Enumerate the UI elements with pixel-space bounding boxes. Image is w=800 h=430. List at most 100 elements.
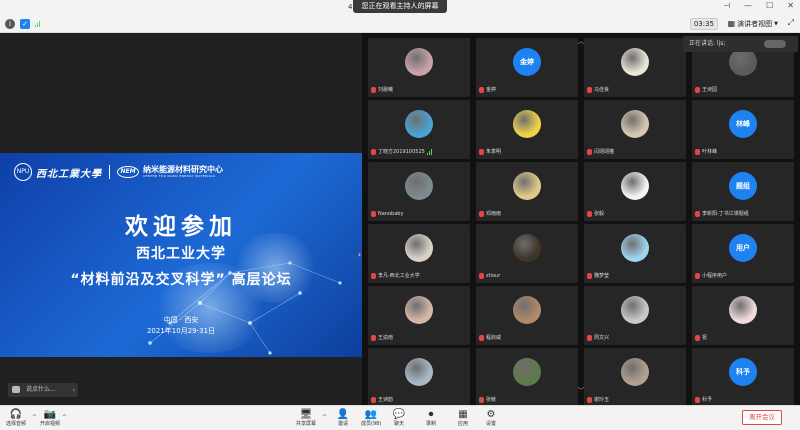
camera-off-icon: 📷 [43,408,57,420]
audio-options-caret[interactable]: ^ [32,414,37,421]
participant-name-bar: 邓雨雨 [479,209,501,218]
chat-button[interactable]: 💬 聊天 [393,408,405,428]
participant-name: 小程序用户 [702,273,728,279]
participant-tile[interactable]: Nanobaby [368,162,470,221]
mic-muted-icon [587,210,592,217]
invite-label: 邀请 [337,421,348,427]
chat-label: 聊天 [393,421,404,427]
participant-tile[interactable]: 马佳良 [584,38,686,97]
presentation-slide: NPU 西北工業大學 NEM 纳米能源材料研究中心 CENTER FOR NAN… [0,153,362,357]
mic-muted-icon [695,272,700,279]
participant-tile[interactable]: 李凡-西北工业大学 [368,224,470,283]
participant-name-bar: 叶林峰 [695,147,717,156]
participant-tile[interactable]: 谢玲玉 [584,348,686,405]
slide-university: 西北工业大学 [136,246,226,262]
view-mode-label: 演讲者视图 [737,20,773,28]
share-options-caret[interactable]: ^ [322,414,327,421]
participant-tile[interactable]: 金婷 金婷 [476,38,578,97]
participant-name: 马佳良 [594,87,610,93]
participant-name: 朱季明 [486,149,502,155]
share-screen-icon: 🖥 [299,408,313,420]
participant-name: 王诗园 [702,87,718,93]
participant-tile[interactable]: 魏梦莹 [584,224,686,283]
fullscreen-icon[interactable]: ⤢ [788,18,794,28]
close-icon[interactable]: ✕ [787,1,794,10]
participant-tile[interactable]: 邓雨雨 [476,162,578,221]
participant-tile[interactable]: 闫翊翊猫 [584,100,686,159]
share-screen-button[interactable]: 🖥 共享屏幕 [296,408,316,428]
maximize-icon[interactable]: ☐ [766,1,773,10]
participant-tile[interactable]: 周文兴 [584,286,686,345]
nem-subtitle: CENTER FOR NANO ENERGY MATERIALS [143,174,216,178]
nem-title: 纳米能源材料研究中心 [143,165,223,174]
mic-muted-icon [371,272,376,279]
participant-name-bar: 李凡-西北工业大学 [371,271,420,280]
participant-avatar: 金婷 [513,48,541,76]
video-button[interactable]: 📷 开启视频 [40,408,60,428]
participant-tile[interactable]: 王诗韵 [368,348,470,405]
mic-muted-icon [695,210,700,217]
meeting-window: 4 您正在观看主持人的屏幕 ⊣ — ☐ ✕ i ✓ 03:35 ▦ 演讲者视图 … [0,0,800,430]
record-button[interactable]: ⏺ 录制 [425,408,437,428]
participant-name: 邓雨雨 [486,211,502,217]
chevron-down-icon: ▼ [774,21,778,27]
participant-name: 李新阳-丁书江课题组 [702,211,749,217]
apps-label: 应用 [457,421,468,427]
mic-muted-icon [587,148,592,155]
apps-button[interactable]: ▦ 应用 [457,408,469,428]
leave-meeting-button[interactable]: 离开会议 [742,410,782,425]
mic-muted-icon [479,334,484,341]
members-button[interactable]: 👥 成员(98) [361,408,381,428]
participant-gallery: ︿ ﹀ 刘晨曦 金婷 金婷 马佳良 王诗园 丁晓方2019100525 朱季明 闫翊翊猫 林峰叶… [362,33,800,405]
minimize-icon[interactable]: — [744,1,752,10]
top-toolbar: i ✓ 03:35 ▦ 演讲者视图 ▼ ⤢ [0,16,800,33]
video-options-caret[interactable]: ^ [62,414,67,421]
info-icon[interactable]: i [5,19,15,29]
participant-tile[interactable]: 朱季明 [476,100,578,159]
chat-input[interactable]: 说点什么... ‹ [8,383,78,397]
participant-name-bar: 科予 [695,395,712,404]
settings-button[interactable]: ⚙ 设置 [485,408,497,428]
participant-tile[interactable]: 张毅 [584,162,686,221]
participant-tile[interactable]: 王渝南 [368,286,470,345]
mic-muted-icon [479,272,484,279]
pin-icon[interactable]: ⊣ [723,1,730,10]
mic-muted-icon [695,334,700,341]
university-logo-text: 西北工業大學 [36,168,102,180]
invite-button[interactable]: 👤 邀请 [337,408,349,428]
participant-name: Nanobaby [378,210,404,217]
audio-button[interactable]: 🎧 选择音频 [6,408,26,428]
logo-divider [109,165,110,179]
participant-tile[interactable]: 林峰 叶林峰 [692,100,794,159]
participant-avatar: 题组 [729,172,757,200]
participant-tile[interactable]: 题组李新阳-丁书江课题组 [692,162,794,221]
participant-avatar [621,358,649,386]
mic-muted-icon [479,148,484,155]
sharing-notice: 您正在观看主持人的屏幕 [353,0,447,13]
participant-name-bar: 马佳良 [587,85,609,94]
mic-muted-icon [695,396,700,403]
mic-muted-icon [587,272,592,279]
participant-tile[interactable]: 张敏 [476,348,578,405]
participant-tile[interactable]: ztiour [476,224,578,283]
mic-muted-icon [587,396,592,403]
mic-muted-icon [587,86,592,93]
network-signal-icon[interactable] [35,21,40,27]
participant-tile[interactable]: 祝 [692,286,794,345]
chevron-left-icon[interactable]: ‹ [72,383,75,397]
view-mode-button[interactable]: ▦ 演讲者视图 ▼ [728,18,778,30]
participant-name: 叶林峰 [702,149,718,155]
shield-icon[interactable]: ✓ [20,19,30,29]
participant-name-bar: 刘晨曦 [371,85,393,94]
participant-tile[interactable]: 刘晨曦 [368,38,470,97]
participant-tile[interactable]: 程启威 [476,286,578,345]
participant-tile[interactable]: 科予 科予 [692,348,794,405]
chat-placeholder: 说点什么... [26,386,56,393]
window-controls: ⊣ — ☐ ✕ [723,1,794,10]
slide-forum-title: “材料前沿及交叉科学” 高层论坛 [70,272,292,288]
participant-avatar [729,296,757,324]
settings-label: 设置 [485,421,496,427]
meeting-timer: 03:35 [689,18,718,30]
participant-tile[interactable]: 用户 小程序用户 [692,224,794,283]
participant-tile[interactable]: 丁晓方2019100525 [368,100,470,159]
